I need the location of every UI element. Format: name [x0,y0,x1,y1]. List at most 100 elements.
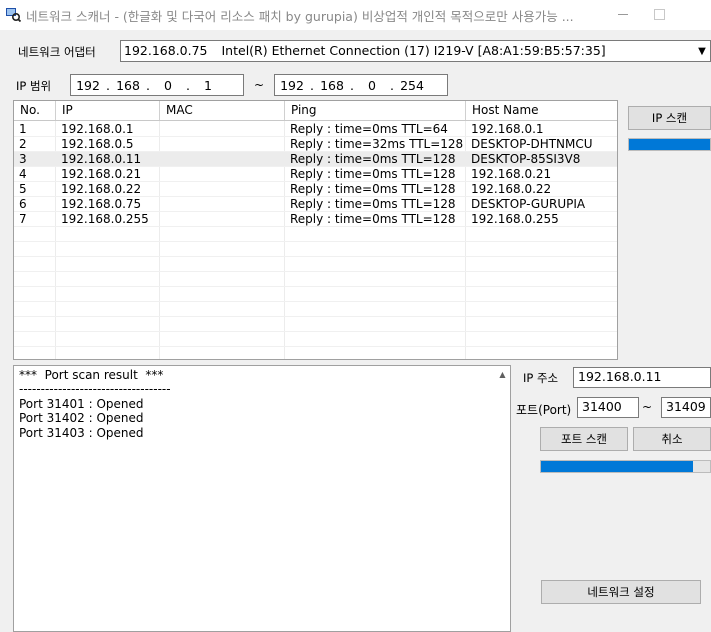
octet[interactable]: 254 [395,78,429,93]
ip-range-label: IP 범위 [16,79,52,93]
adapter-ip: 192.168.0.75 [124,43,208,58]
window-title: 네트워크 스캐너 - (한글화 및 다국어 리소스 패치 by gurupia)… [26,9,574,24]
octet[interactable]: 192 [71,78,105,93]
cell-no: 4 [19,167,27,181]
cell-no: 2 [19,137,27,151]
output-line: ----------------------------------- [19,382,171,397]
output-line: Port 31403 : Opened [19,425,144,440]
results-table[interactable]: No. IP MAC Ping Host Name 1 192.168.0.1 Re… [13,100,618,360]
cell-host: 192.168.0.22 [471,182,552,196]
cell-host: DESKTOP-DHTNMCU [471,137,593,151]
cell-host: 192.168.0.21 [471,167,552,181]
output-line: Port 31402 : Opened [19,411,144,426]
cell-host: DESKTOP-GURUPIA [471,197,586,211]
maximize-button[interactable] [644,0,678,30]
empty-row[interactable] [14,272,617,287]
ip-address-field[interactable]: 192.168.0.11 [573,367,711,388]
ip-range-separator: ~ [254,78,265,92]
adapter-name: Intel(R) Ethernet Connection (17) I219-V… [221,43,606,58]
port-scan-progress [540,460,711,473]
scroll-up-icon[interactable]: ▲ [495,366,510,383]
cell-mac [160,152,165,167]
octet[interactable]: 1 [191,78,225,93]
ip-scan-button[interactable]: IP 스캔 [628,106,711,130]
port-scan-button[interactable]: 포트 스캔 [540,427,628,451]
cell-mac [160,212,165,227]
octet[interactable]: 0 [151,78,185,93]
minimize-button[interactable] [602,0,644,30]
ip-range-end-input[interactable]: 192. 168. 0. 254 [274,74,448,96]
cell-mac [160,137,165,152]
table-row[interactable]: 5 192.168.0.22 Reply : time=0ms TTL=128 192… [14,182,617,197]
empty-row[interactable] [14,227,617,242]
cell-ping: Reply : time=0ms TTL=128 [290,197,456,211]
cell-mac [160,182,165,197]
empty-row[interactable] [14,257,617,272]
cell-no: 6 [19,197,27,211]
port-scan-output[interactable]: *** Port scan result *** ----------------… [13,365,511,632]
cell-host: 192.168.0.255 [471,212,559,226]
column-header-ping[interactable]: Ping [285,101,466,120]
octet[interactable]: 0 [355,78,389,93]
output-line: *** Port scan result *** [19,368,164,382]
empty-row[interactable] [14,287,617,302]
cell-ip: 192.168.0.21 [61,167,142,181]
table-row[interactable]: 4 192.168.0.21 Reply : time=0ms TTL=128 192… [14,167,617,182]
ip-range-start-input[interactable]: 192. 168. 0. 1 [70,74,244,96]
ip-scan-progress-fill [629,139,710,150]
cell-no: 5 [19,182,27,196]
cell-no: 7 [19,212,27,226]
app-icon [5,6,22,23]
cancel-button[interactable]: 취소 [633,427,711,451]
cell-ip: 192.168.0.5 [61,137,134,151]
empty-row[interactable] [14,332,617,347]
cell-ping: Reply : time=0ms TTL=128 [290,182,456,196]
table-header: No. IP MAC Ping Host Name [14,101,617,121]
empty-row[interactable] [14,347,617,359]
port-range-separator: ~ [642,400,653,414]
port-to-field[interactable]: 31409 [661,397,711,418]
output-line: Port 31401 : Opened [19,396,144,411]
cell-ping: Reply : time=32ms TTL=128 [290,137,464,151]
cell-host: 192.168.0.1 [471,122,544,136]
table-row[interactable]: 6 192.168.0.75 Reply : time=0ms TTL=128 DES… [14,197,617,212]
cell-mac [160,167,165,182]
cell-ip: 192.168.0.11 [61,152,142,166]
ip-address-label: IP 주소 [523,371,559,385]
column-header-mac[interactable]: MAC [160,101,285,120]
cell-ping: Reply : time=0ms TTL=128 [290,167,456,181]
octet[interactable]: 168 [315,78,349,93]
cell-no: 1 [19,122,27,136]
cell-ip: 192.168.0.255 [61,212,149,226]
table-row[interactable]: 2 192.168.0.5 Reply : time=32ms TTL=128 DES… [14,137,617,152]
cell-ip: 192.168.0.22 [61,182,142,196]
column-header-ip[interactable]: IP [56,101,160,120]
column-header-host-name[interactable]: Host Name [466,101,617,120]
adapter-dropdown[interactable]: 192.168.0.75 Intel(R) Ethernet Connection… [120,40,711,62]
column-header-no[interactable]: No. [14,101,56,120]
empty-row[interactable] [14,242,617,257]
chevron-down-icon[interactable]: ▼ [694,41,710,61]
table-row[interactable]: 7 192.168.0.255 Reply : time=0ms TTL=128 19… [14,212,617,227]
network-settings-button[interactable]: 네트워크 설정 [541,580,701,604]
port-from-field[interactable]: 31400 [577,397,639,418]
cell-host: DESKTOP-85SI3V8 [471,152,581,166]
octet[interactable]: 168 [111,78,145,93]
port-label: 포트(Port) [516,403,572,417]
cell-ip: 192.168.0.1 [61,122,134,136]
table-row[interactable]: 1 192.168.0.1 Reply : time=0ms TTL=64 192.1… [14,122,617,137]
cell-mac [160,197,165,212]
output-text: *** Port scan result *** ----------------… [19,368,171,440]
table-row[interactable]: 3 192.168.0.11 Reply : time=0ms TTL=128 DES… [14,152,617,167]
cell-ping: Reply : time=0ms TTL=128 [290,152,456,166]
port-scan-progress-fill [541,461,694,472]
octet[interactable]: 192 [275,78,309,93]
cell-ping: Reply : time=0ms TTL=128 [290,212,456,226]
cell-no: 3 [19,152,27,166]
cell-ip: 192.168.0.75 [61,197,142,211]
empty-row[interactable] [14,317,617,332]
cell-mac [160,122,165,137]
ip-scan-progress [628,138,711,151]
adapter-label: 네트워크 어댑터 [18,45,96,59]
empty-row[interactable] [14,302,617,317]
